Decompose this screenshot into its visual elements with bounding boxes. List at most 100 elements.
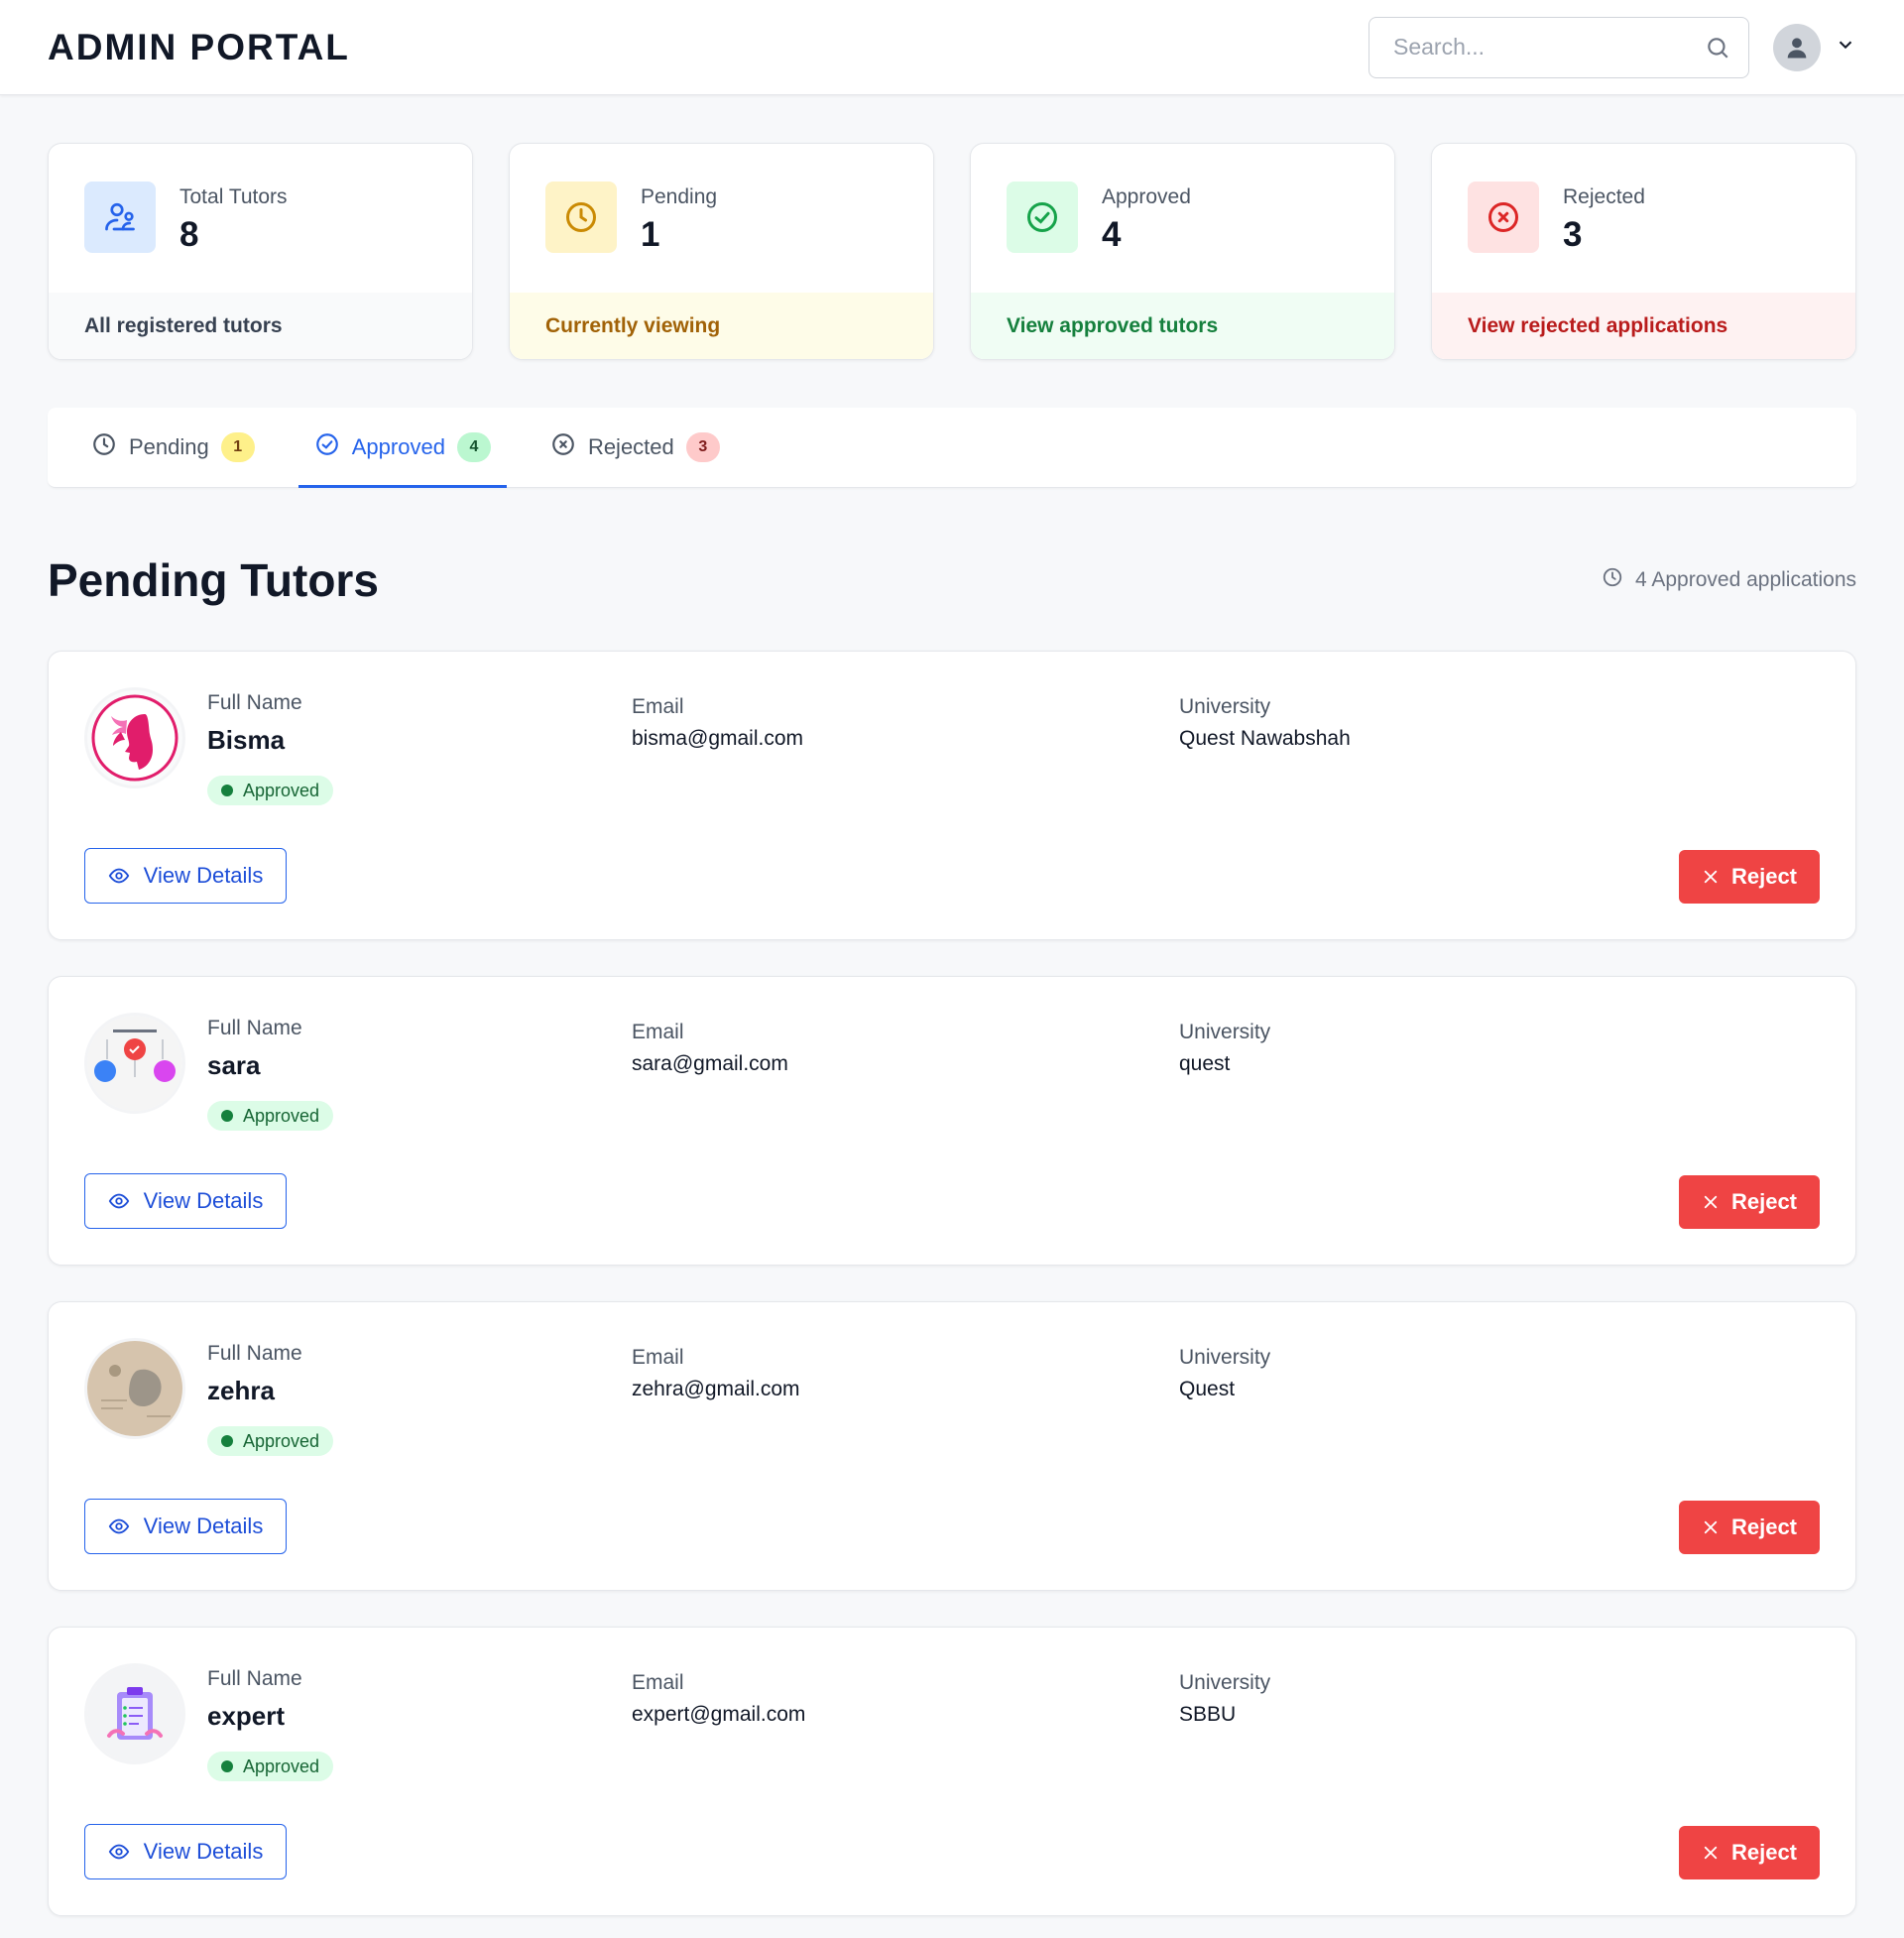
status-text: Approved	[243, 1756, 320, 1776]
email-label: Email	[632, 1346, 684, 1369]
reject-button[interactable]: Reject	[1679, 1826, 1820, 1879]
status-badge: Approved	[207, 1752, 334, 1781]
stat-label: Pending	[641, 185, 718, 208]
x-circle-icon	[550, 431, 576, 463]
email-label: Email	[632, 1021, 684, 1043]
reject-label: Reject	[1730, 1189, 1798, 1214]
app-title: ADMIN PORTAL	[48, 26, 350, 67]
tutor-photo	[84, 1663, 185, 1764]
page-title: Pending Tutors	[48, 554, 379, 606]
section-header: Pending Tutors 4 Approved applications	[0, 488, 1904, 621]
eye-icon	[108, 868, 129, 884]
tutor-photo	[84, 1013, 185, 1114]
tutor-name: expert	[207, 1701, 286, 1731]
tutor-name: zehra	[207, 1376, 275, 1405]
stat-value: 8	[179, 215, 199, 254]
count-badge: 1	[220, 432, 255, 462]
tab-label: Rejected	[587, 434, 674, 459]
full-name-label: Full Name	[207, 1342, 302, 1365]
stat-value: 4	[1102, 215, 1122, 254]
status-dot	[221, 785, 233, 796]
stat-footer-link[interactable]: View rejected applications	[1432, 293, 1855, 359]
email-label: Email	[632, 695, 684, 718]
reject-label: Reject	[1730, 1840, 1798, 1865]
search-box[interactable]	[1368, 16, 1749, 78]
tab-rejected[interactable]: Rejected 3	[535, 408, 736, 487]
view-details-button[interactable]: View Details	[84, 1824, 287, 1879]
tutor-email: zehra@gmail.com	[632, 1378, 800, 1400]
tab-pending[interactable]: Pending 1	[75, 408, 271, 487]
reject-button[interactable]: Reject	[1679, 1175, 1820, 1229]
stat-label: Rejected	[1563, 185, 1645, 208]
stat-value: 1	[641, 215, 660, 254]
view-details-button[interactable]: View Details	[84, 1499, 287, 1554]
x-circle-icon	[1468, 182, 1539, 253]
reject-button[interactable]: Reject	[1679, 1501, 1820, 1554]
eye-icon	[108, 1844, 129, 1860]
stat-footer-link[interactable]: Currently viewing	[510, 293, 933, 359]
tutor-university: quest	[1179, 1052, 1231, 1075]
applications-count-text: 4 Approved applications	[1635, 568, 1856, 591]
email-label: Email	[632, 1671, 684, 1694]
eye-icon	[108, 1193, 129, 1209]
tutor-university: SBBU	[1179, 1703, 1237, 1726]
clock-icon	[545, 182, 617, 253]
view-details-label: View Details	[143, 863, 264, 888]
status-dot	[221, 1760, 233, 1772]
tutor-email: expert@gmail.com	[632, 1703, 806, 1726]
status-badge: Approved	[207, 776, 334, 805]
reject-label: Reject	[1730, 864, 1798, 889]
user-menu[interactable]	[1773, 23, 1856, 71]
status-dot	[221, 1435, 233, 1447]
stat-card-total[interactable]: Total Tutors 8 All registered tutors	[48, 143, 473, 360]
stat-card-pending[interactable]: Pending 1 Currently viewing	[509, 143, 934, 360]
status-text: Approved	[243, 780, 320, 800]
tutor-card: Full Name sara Approved Email sara@gmail…	[48, 976, 1856, 1266]
tab-label: Pending	[129, 434, 209, 459]
search-input[interactable]	[1393, 34, 1703, 61]
tutor-university: Quest Nawabshah	[1179, 727, 1351, 750]
tutor-university: Quest	[1179, 1378, 1236, 1400]
search-icon[interactable]	[1703, 33, 1732, 62]
view-details-button[interactable]: View Details	[84, 1173, 287, 1229]
check-circle-icon	[1007, 182, 1078, 253]
stat-value: 3	[1563, 215, 1583, 254]
tutor-card: Full Name zehra Approved Email zehra@gma…	[48, 1301, 1856, 1591]
tab-approved[interactable]: Approved 4	[298, 408, 508, 488]
top-bar: ADMIN PORTAL	[0, 0, 1904, 95]
user-icon[interactable]	[1773, 23, 1821, 71]
full-name-label: Full Name	[207, 691, 302, 714]
status-text: Approved	[243, 1105, 320, 1126]
stat-card-approved[interactable]: Approved 4 View approved tutors	[970, 143, 1395, 360]
tutor-photo	[84, 687, 185, 788]
applications-count: 4 Approved applications	[1602, 566, 1856, 594]
tutor-name: sara	[207, 1050, 261, 1080]
count-badge: 3	[685, 432, 720, 462]
reject-button[interactable]: Reject	[1679, 850, 1820, 904]
reject-label: Reject	[1730, 1514, 1798, 1539]
tutor-card: Full Name expert Approved Email expert@g…	[48, 1627, 1856, 1916]
stat-footer-link[interactable]: View approved tutors	[971, 293, 1394, 359]
count-badge: 4	[456, 432, 491, 462]
view-details-label: View Details	[143, 1188, 264, 1213]
stat-label: Approved	[1102, 185, 1191, 208]
users-icon	[84, 182, 156, 253]
view-details-label: View Details	[143, 1839, 264, 1864]
tutor-list: Full Name Bisma Approved Email bisma@gma…	[0, 621, 1904, 1916]
view-details-label: View Details	[143, 1514, 264, 1538]
stat-footer-link[interactable]: All registered tutors	[49, 293, 472, 359]
close-icon	[1704, 1195, 1718, 1209]
full-name-label: Full Name	[207, 1017, 302, 1039]
close-icon	[1704, 1520, 1718, 1534]
clock-icon	[1602, 566, 1623, 594]
stat-card-rejected[interactable]: Rejected 3 View rejected applications	[1431, 143, 1856, 360]
status-dot	[221, 1110, 233, 1122]
university-label: University	[1179, 1021, 1271, 1043]
tutor-email: sara@gmail.com	[632, 1052, 788, 1075]
stat-label: Total Tutors	[179, 185, 288, 208]
status-text: Approved	[243, 1430, 320, 1451]
view-details-button[interactable]: View Details	[84, 848, 287, 904]
chevron-down-icon[interactable]	[1835, 34, 1856, 61]
check-circle-icon	[314, 431, 340, 463]
tutor-email: bisma@gmail.com	[632, 727, 804, 750]
